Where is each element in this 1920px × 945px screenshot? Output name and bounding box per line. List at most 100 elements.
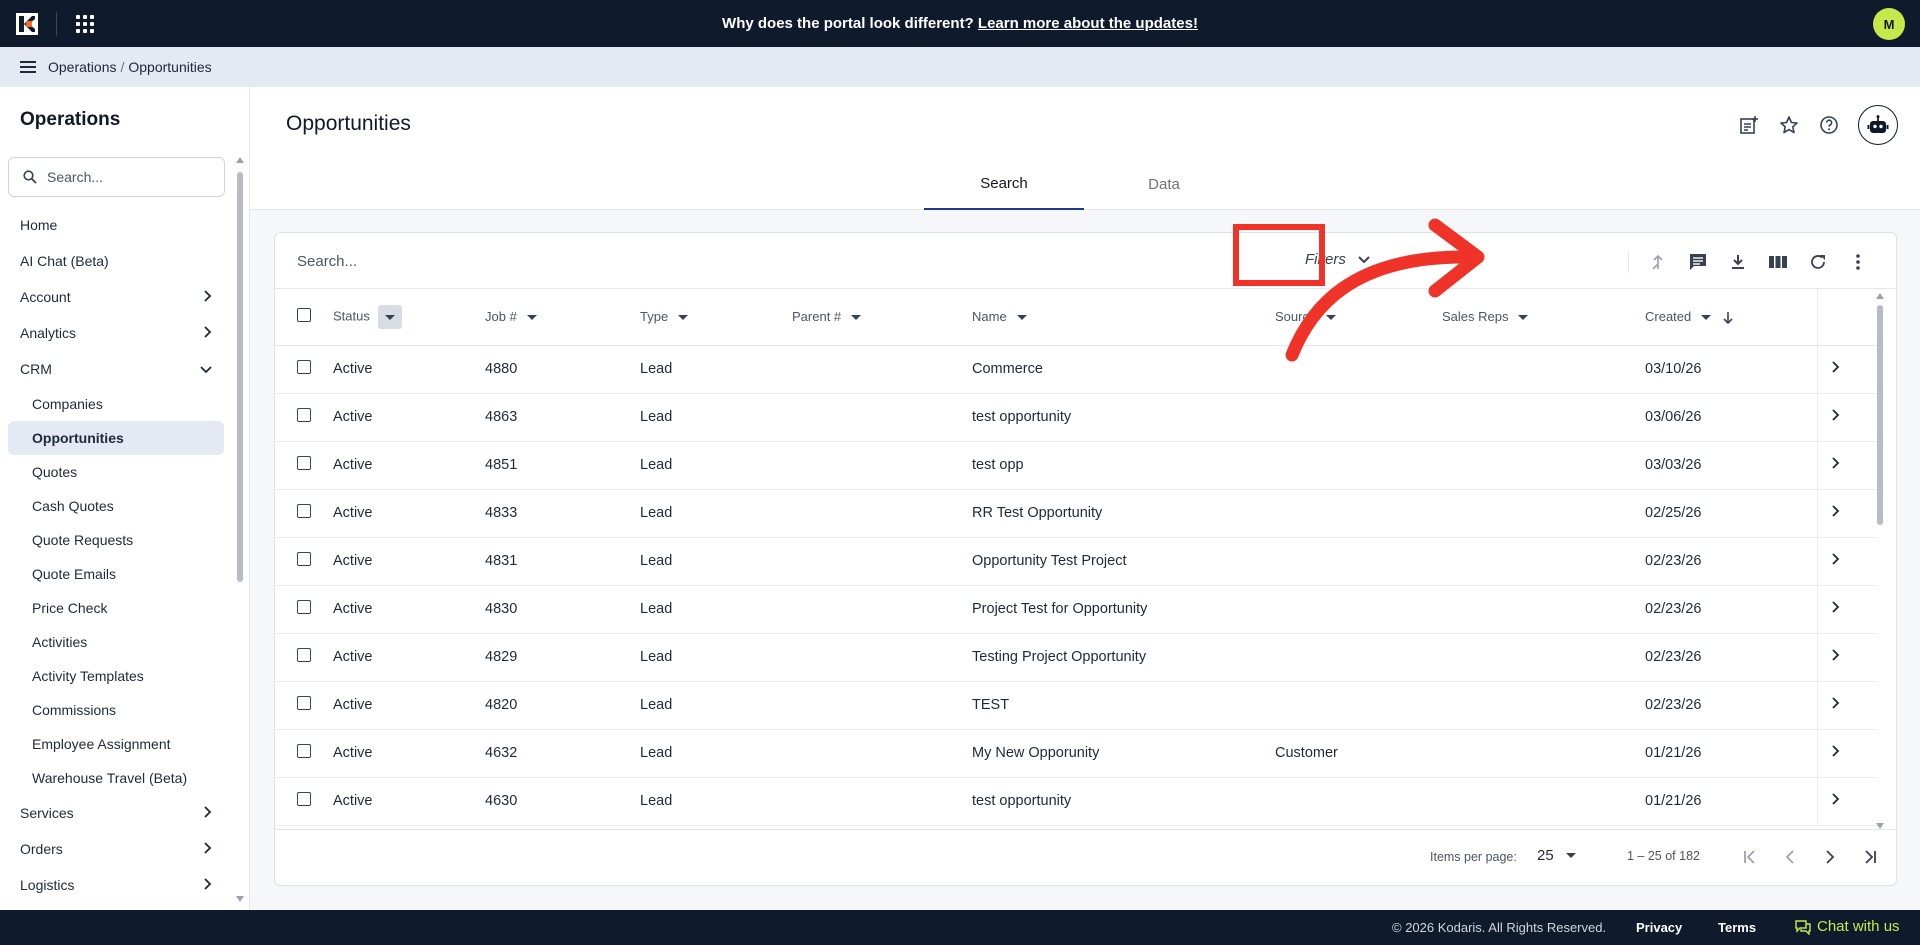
- chevron-right-icon[interactable]: [204, 877, 212, 893]
- comment-icon[interactable]: [1685, 249, 1711, 275]
- chevron-right-icon[interactable]: [1831, 697, 1840, 709]
- chevron-right-icon[interactable]: [1831, 361, 1840, 373]
- chevron-right-icon[interactable]: [204, 805, 212, 821]
- sidebar-item-quote-requests[interactable]: Quote Requests: [0, 523, 232, 557]
- col-sales-reps[interactable]: Sales Reps: [1442, 289, 1645, 346]
- table-row[interactable]: Active 4863 Lead test opportunity 03/06/26: [275, 393, 1877, 442]
- scroll-down-icon[interactable]: [236, 896, 244, 902]
- chevron-right-icon[interactable]: [204, 289, 212, 305]
- select-all-checkbox[interactable]: [297, 308, 311, 323]
- sort-dropdown-icon[interactable]: [526, 315, 537, 321]
- sidebar-item-logistics[interactable]: Logistics: [0, 867, 232, 903]
- chevron-right-icon[interactable]: [1831, 649, 1840, 661]
- row-checkbox[interactable]: [297, 504, 311, 518]
- chevron-right-icon[interactable]: [1831, 457, 1840, 469]
- row-checkbox[interactable]: [297, 456, 311, 470]
- sidebar-item-opportunities[interactable]: Opportunities: [8, 421, 224, 455]
- filters-button[interactable]: Filters: [1305, 251, 1370, 268]
- sort-dropdown-icon[interactable]: [377, 304, 402, 329]
- row-checkbox[interactable]: [297, 600, 311, 614]
- sort-dropdown-icon[interactable]: [1326, 315, 1337, 321]
- sort-dropdown-icon[interactable]: [1016, 315, 1027, 321]
- chevron-right-icon[interactable]: [1831, 793, 1840, 805]
- chevron-right-icon[interactable]: [1831, 505, 1840, 517]
- download-icon[interactable]: [1725, 249, 1751, 275]
- sidebar-item-home[interactable]: Home: [0, 207, 232, 243]
- sort-dropdown-icon[interactable]: [1701, 315, 1712, 321]
- row-checkbox[interactable]: [297, 648, 311, 662]
- announcement-link[interactable]: Learn more about the updates!: [978, 15, 1198, 32]
- more-vert-icon[interactable]: [1845, 249, 1871, 275]
- sidebar-search-input[interactable]: [47, 169, 207, 185]
- table-row[interactable]: Active 4830 Lead Project Test for Opportuni…: [275, 585, 1877, 634]
- sort-dropdown-icon[interactable]: [678, 315, 689, 321]
- row-checkbox[interactable]: [297, 360, 311, 374]
- col-source[interactable]: Source: [1275, 289, 1442, 346]
- tab-data[interactable]: Data: [1084, 159, 1244, 210]
- tab-search[interactable]: Search: [924, 159, 1084, 210]
- terms-link[interactable]: Terms: [1718, 920, 1756, 935]
- row-checkbox[interactable]: [297, 408, 311, 422]
- chevron-right-icon[interactable]: [1831, 601, 1840, 613]
- sidebar-item-customers[interactable]: Customers: [0, 903, 232, 910]
- previous-page-icon[interactable]: [1777, 844, 1803, 870]
- table-row[interactable]: Active 4833 Lead RR Test Opportunity 02/25/2…: [275, 489, 1877, 538]
- sidebar-search[interactable]: [8, 157, 225, 197]
- col-status[interactable]: Status: [325, 289, 485, 346]
- sidebar-item-crm[interactable]: CRM: [0, 351, 232, 387]
- sort-dropdown-icon[interactable]: [851, 315, 862, 321]
- merge-icon[interactable]: [1645, 249, 1671, 275]
- table-scrollbar[interactable]: [1875, 289, 1885, 829]
- user-avatar[interactable]: M: [1873, 8, 1905, 40]
- menu-icon[interactable]: [20, 61, 36, 73]
- sidebar-item-companies[interactable]: Companies: [0, 387, 232, 421]
- sidebar-item-cash-quotes[interactable]: Cash Quotes: [0, 489, 232, 523]
- columns-icon[interactable]: [1765, 249, 1791, 275]
- sidebar-item-account[interactable]: Account: [0, 279, 232, 315]
- table-row[interactable]: Active 4831 Lead Opportunity Test Project 02…: [275, 537, 1877, 586]
- table-row[interactable]: Active 4820 Lead TEST 02/23/26: [275, 681, 1877, 730]
- col-parent[interactable]: Parent #: [792, 289, 972, 346]
- row-checkbox[interactable]: [297, 696, 311, 710]
- sidebar-item-activities[interactable]: Activities: [0, 625, 232, 659]
- chevron-right-icon[interactable]: [1831, 745, 1840, 757]
- chevron-right-icon[interactable]: [204, 325, 212, 341]
- add-note-icon[interactable]: [1736, 112, 1762, 138]
- first-page-icon[interactable]: [1737, 844, 1763, 870]
- next-page-icon[interactable]: [1817, 844, 1843, 870]
- last-page-icon[interactable]: [1857, 844, 1883, 870]
- star-icon[interactable]: [1776, 112, 1802, 138]
- robot-icon[interactable]: [1858, 105, 1898, 145]
- scroll-up-icon[interactable]: [236, 157, 244, 163]
- sidebar-item-ai-chat-beta[interactable]: AI Chat (Beta): [0, 243, 232, 279]
- kodaris-logo[interactable]: [16, 13, 38, 35]
- sidebar-item-services[interactable]: Services: [0, 795, 232, 831]
- table-row[interactable]: Active 4632 Lead My New Opporunity Customer 0…: [275, 729, 1877, 778]
- chevron-right-icon[interactable]: [1831, 409, 1840, 421]
- row-checkbox[interactable]: [297, 792, 311, 806]
- scrollbar-thumb[interactable]: [237, 172, 243, 582]
- sidebar-item-employee-assignment[interactable]: Employee Assignment: [0, 727, 232, 761]
- apps-grid-icon[interactable]: [76, 15, 94, 33]
- col-job[interactable]: Job #: [485, 289, 640, 346]
- table-row[interactable]: Active 4630 Lead test opportunity 01/21/26: [275, 777, 1877, 826]
- table-row[interactable]: Active 4880 Lead Commerce 03/10/26: [275, 345, 1877, 394]
- sidebar-scrollbar[interactable]: [236, 157, 244, 902]
- privacy-link[interactable]: Privacy: [1636, 920, 1682, 935]
- breadcrumb-item-operations[interactable]: Operations: [48, 59, 116, 75]
- refresh-icon[interactable]: [1805, 249, 1831, 275]
- help-icon[interactable]: [1816, 112, 1842, 138]
- scroll-up-icon[interactable]: [1876, 293, 1884, 299]
- table-row[interactable]: Active 4829 Lead Testing Project Opportunit…: [275, 633, 1877, 682]
- sidebar-item-warehouse-travel-beta[interactable]: Warehouse Travel (Beta): [0, 761, 232, 795]
- scrollbar-thumb[interactable]: [1877, 305, 1883, 525]
- sidebar-item-activity-templates[interactable]: Activity Templates: [0, 659, 232, 693]
- row-checkbox[interactable]: [297, 552, 311, 566]
- table-search-input[interactable]: [297, 247, 797, 275]
- sidebar-item-quote-emails[interactable]: Quote Emails: [0, 557, 232, 591]
- sidebar-item-quotes[interactable]: Quotes: [0, 455, 232, 489]
- table-row[interactable]: Active 4851 Lead test opp 03/03/26: [275, 441, 1877, 490]
- sidebar-item-price-check[interactable]: Price Check: [0, 591, 232, 625]
- chevron-down-icon[interactable]: [200, 361, 212, 377]
- chevron-right-icon[interactable]: [1831, 553, 1840, 565]
